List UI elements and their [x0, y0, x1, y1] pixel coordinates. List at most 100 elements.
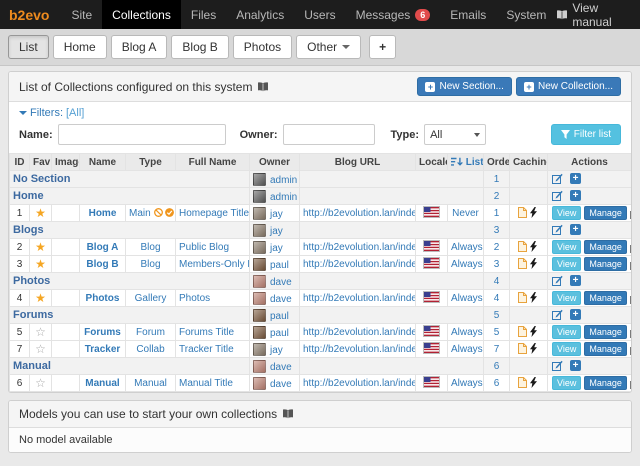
collection-name-link[interactable]: Home [89, 208, 117, 219]
column-header-name[interactable]: Name [80, 154, 126, 171]
page-cache-icon[interactable] [518, 326, 527, 337]
order-link[interactable]: 6 [494, 361, 500, 372]
filter-list-button[interactable]: Filter list [551, 124, 621, 145]
listed-link[interactable]: Always [451, 344, 483, 355]
manage-button[interactable]: Manage [584, 376, 627, 390]
nav-item-site[interactable]: Site [61, 0, 102, 29]
manage-button[interactable]: Manage [584, 240, 627, 254]
lightning-icon[interactable] [530, 258, 537, 269]
listed-link[interactable]: Never [452, 208, 479, 219]
lightning-icon[interactable] [530, 326, 537, 337]
order-link[interactable]: 4 [494, 276, 500, 287]
star-filled-icon[interactable]: ★ [35, 291, 46, 305]
add-plus-icon[interactable]: + [570, 173, 581, 184]
listed-link[interactable]: Always [451, 378, 483, 389]
edit-icon[interactable] [552, 190, 563, 201]
order-link[interactable]: 6 [494, 378, 500, 389]
page-cache-icon[interactable] [518, 258, 527, 269]
lightning-icon[interactable] [530, 207, 537, 218]
blog-url-link[interactable]: http://b2evolution.lan/index.php/tracker… [303, 344, 416, 355]
column-header-full-name[interactable]: Full Name [176, 154, 250, 171]
order-link[interactable]: 1 [494, 208, 500, 219]
section-name-link[interactable]: Blogs [13, 224, 44, 236]
view-button[interactable]: View [552, 240, 581, 254]
blog-url-link[interactable]: http://b2evolution.lan/index.php/manual/ [303, 378, 416, 389]
page-cache-icon[interactable] [518, 207, 527, 218]
collection-type-link[interactable]: Manual [134, 378, 167, 389]
edit-icon[interactable] [552, 224, 563, 235]
lightning-icon[interactable] [530, 241, 537, 252]
duplicate-icon[interactable] [630, 344, 632, 355]
listed-link[interactable]: Always [451, 293, 483, 304]
us-flag-icon[interactable] [423, 240, 440, 252]
column-header-order[interactable]: Order [484, 154, 510, 171]
duplicate-icon[interactable] [630, 378, 632, 389]
page-cache-icon[interactable] [518, 343, 527, 354]
owner-link[interactable]: jay [270, 345, 283, 356]
manage-button[interactable]: Manage [584, 325, 627, 339]
page-cache-icon[interactable] [518, 377, 527, 388]
owner-link[interactable]: admin [270, 192, 297, 203]
listed-link[interactable]: Always [451, 242, 483, 253]
collection-type-link[interactable]: Main [129, 208, 151, 219]
column-header-owner[interactable]: Owner [250, 154, 300, 171]
owner-link[interactable]: dave [270, 362, 292, 373]
add-plus-icon[interactable]: + [570, 224, 581, 235]
page-cache-icon[interactable] [518, 292, 527, 303]
b2evo-logo[interactable]: b2evo [0, 0, 61, 29]
new-section-button[interactable]: + New Section... [417, 77, 511, 96]
owner-link[interactable]: dave [270, 379, 292, 390]
collection-fullname-link[interactable]: Members-Only Blog [179, 259, 250, 270]
add-plus-icon[interactable]: + [570, 309, 581, 320]
order-link[interactable]: 5 [494, 327, 500, 338]
column-header-listed[interactable]: Listed [448, 154, 484, 171]
view-button[interactable]: View [552, 206, 581, 220]
section-name-link[interactable]: Photos [13, 275, 50, 287]
section-name-link[interactable]: Forums [13, 309, 53, 321]
manage-button[interactable]: Manage [584, 206, 627, 220]
tab-list[interactable]: List [8, 35, 49, 59]
owner-link[interactable]: jay [270, 209, 283, 220]
listed-link[interactable]: Always [451, 259, 483, 270]
owner-link[interactable]: paul [270, 260, 289, 271]
view-button[interactable]: View [552, 325, 581, 339]
tab-other[interactable]: Other [296, 35, 361, 59]
tab-photos[interactable]: Photos [233, 35, 292, 59]
order-link[interactable]: 7 [494, 344, 500, 355]
tab-blog-a[interactable]: Blog A [111, 35, 168, 59]
edit-icon[interactable] [552, 173, 563, 184]
lightning-icon[interactable] [530, 343, 537, 354]
edit-icon[interactable] [552, 309, 563, 320]
duplicate-icon[interactable] [630, 327, 632, 338]
column-header-id[interactable]: ID [10, 154, 30, 171]
collection-fullname-link[interactable]: Manual Title [179, 378, 233, 389]
column-header-caching[interactable]: Caching [510, 154, 548, 171]
view-button[interactable]: View [552, 342, 581, 356]
us-flag-icon[interactable] [423, 376, 440, 388]
collection-type-link[interactable]: Blog [140, 259, 160, 270]
column-header-actions[interactable]: Actions [548, 154, 632, 171]
star-outline-icon[interactable]: ☆ [35, 376, 46, 390]
manage-button[interactable]: Manage [584, 291, 627, 305]
order-link[interactable]: 2 [494, 191, 500, 202]
star-filled-icon[interactable]: ★ [35, 240, 46, 254]
filters-all-link[interactable]: [All] [66, 107, 84, 119]
order-link[interactable]: 1 [494, 174, 500, 185]
owner-link[interactable]: dave [270, 277, 292, 288]
edit-icon[interactable] [552, 275, 563, 286]
add-plus-icon[interactable]: + [570, 275, 581, 286]
collection-fullname-link[interactable]: Forums Title [179, 327, 234, 338]
duplicate-icon[interactable] [630, 208, 632, 219]
blog-url-link[interactable]: http://b2evolution.lan/index.php/a/ [303, 242, 416, 253]
manage-button[interactable]: Manage [584, 342, 627, 356]
owner-link[interactable]: paul [270, 328, 289, 339]
owner-link[interactable]: dave [270, 294, 292, 305]
us-flag-icon[interactable] [423, 291, 440, 303]
collection-name-link[interactable]: Manual [85, 378, 119, 389]
type-filter-select[interactable]: All [424, 124, 486, 145]
star-filled-icon[interactable]: ★ [35, 206, 46, 220]
order-link[interactable]: 3 [494, 259, 500, 270]
column-header-locale[interactable]: Locale [416, 154, 448, 171]
collection-fullname-link[interactable]: Tracker Title [179, 344, 234, 355]
section-name-link[interactable]: Manual [13, 360, 51, 372]
